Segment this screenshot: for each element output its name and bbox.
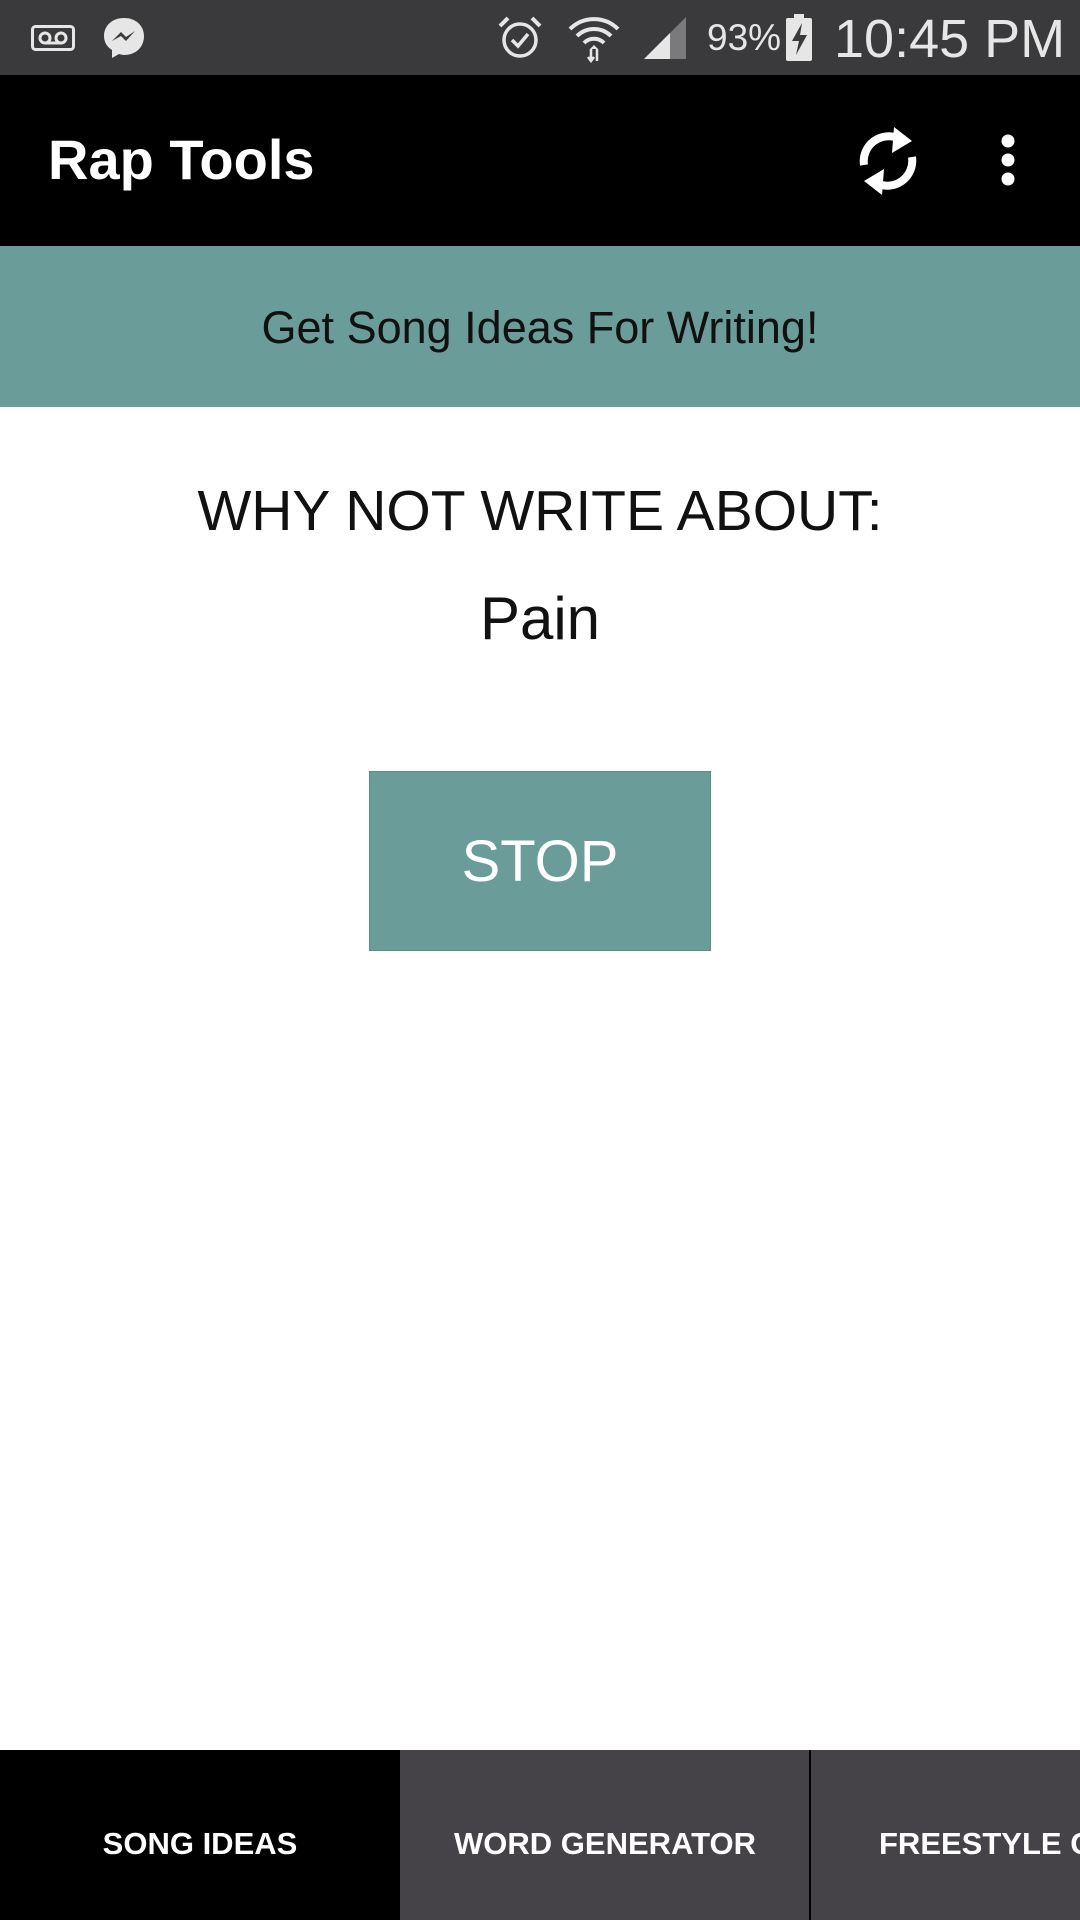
tab-label: SONG IDEAS <box>102 1826 298 1861</box>
tab-word-generator[interactable]: WORD GENERATOR <box>401 1750 809 1920</box>
banner-text: Get Song Ideas For Writing! <box>261 301 819 353</box>
alarm-icon <box>494 0 546 75</box>
refresh-icon <box>859 127 917 195</box>
app-title: Rap Tools <box>48 128 315 191</box>
stop-button[interactable]: STOP <box>369 771 711 951</box>
wifi-icon <box>566 0 622 75</box>
app-bar: Rap Tools <box>0 75 1080 246</box>
tab-label: WORD GENERATOR <box>454 1826 756 1861</box>
battery-percent: 93% <box>707 17 782 58</box>
overflow-menu-button[interactable] <box>985 115 1031 205</box>
bottom-tab-bar: SONG IDEAS WORD GENERATOR FREESTYLE G <box>0 1750 1080 1920</box>
battery-charging-icon <box>782 0 816 75</box>
more-vertical-icon <box>1001 134 1015 186</box>
tab-label: FREESTYLE G <box>879 1826 1080 1861</box>
status-clock: 10:45 PM <box>834 9 1066 69</box>
voicemail-icon <box>28 0 78 75</box>
tab-song-ideas[interactable]: SONG IDEAS <box>0 1750 400 1920</box>
prompt-heading: WHY NOT WRITE ABOUT: <box>197 479 883 543</box>
signal-icon <box>638 0 692 75</box>
subtitle-banner: Get Song Ideas For Writing! <box>0 246 1080 407</box>
song-idea-text: Pain <box>479 585 601 652</box>
messenger-icon <box>98 0 150 75</box>
status-bar: 93% 10:45 PM <box>0 0 1080 75</box>
refresh-button[interactable] <box>844 113 932 209</box>
tab-freestyle[interactable]: FREESTYLE G <box>811 1750 1080 1920</box>
